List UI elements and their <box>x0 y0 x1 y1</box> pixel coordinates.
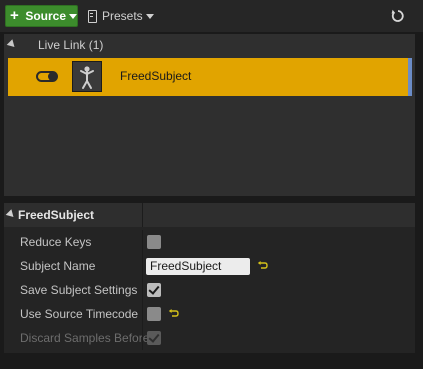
reset-to-default-icon[interactable] <box>257 261 269 271</box>
property-row-save-subject-settings: Save Subject Settings <box>4 278 415 302</box>
subject-group-row[interactable]: Live Link (1) <box>4 34 415 56</box>
column-divider <box>142 203 143 227</box>
column-divider <box>142 302 143 326</box>
property-row-discard-samples-before: Discard Samples Before <box>4 326 415 350</box>
reduce-keys-checkbox[interactable] <box>147 235 161 249</box>
refresh-icon <box>391 9 404 22</box>
chevron-down-icon <box>69 13 77 19</box>
column-divider <box>142 326 143 350</box>
subject-name-label: FreedSubject <box>120 69 192 83</box>
property-label: Reduce Keys <box>20 235 92 249</box>
panel-footer <box>0 355 423 369</box>
selection-edge <box>408 58 412 96</box>
document-icon <box>88 9 97 23</box>
subject-row-freedsubject[interactable]: FreedSubject <box>8 58 412 96</box>
column-divider <box>142 230 143 254</box>
subject-list-panel: Live Link (1) FreedSubject <box>4 34 415 196</box>
property-row-use-source-timecode: Use Source Timecode <box>4 302 415 326</box>
property-label: Subject Name <box>20 259 96 273</box>
skeleton-role-icon <box>72 61 102 92</box>
subject-group-label: Live Link (1) <box>38 38 104 52</box>
checkmark-icon <box>148 283 160 295</box>
property-label: Save Subject Settings <box>20 283 138 297</box>
toggle-knob <box>48 72 57 81</box>
plus-icon: + <box>10 7 19 24</box>
property-row-reduce-keys: Reduce Keys <box>4 230 415 254</box>
column-divider <box>142 254 143 278</box>
column-divider <box>142 278 143 302</box>
presets-button[interactable]: Presets <box>88 5 156 27</box>
details-panel: FreedSubject Reduce Keys Subject Name Fr… <box>4 203 415 353</box>
details-section-header[interactable]: FreedSubject <box>4 203 415 227</box>
property-row-subject-name: Subject Name FreedSubject <box>4 254 415 278</box>
checkmark-icon <box>148 331 160 343</box>
toolbar: + Source Presets <box>0 0 423 32</box>
subject-enabled-toggle[interactable] <box>36 71 58 82</box>
use-source-timecode-checkbox[interactable] <box>147 307 161 321</box>
details-section-title: FreedSubject <box>18 208 95 222</box>
chevron-down-icon <box>145 13 154 19</box>
property-label: Use Source Timecode <box>20 307 139 321</box>
presets-label: Presets <box>102 9 143 23</box>
property-label: Discard Samples Before <box>20 331 150 345</box>
collapse-triangle-icon[interactable] <box>5 209 17 220</box>
add-source-label: Source <box>25 9 66 23</box>
discard-samples-before-checkbox <box>147 331 161 345</box>
collapse-triangle-icon[interactable] <box>6 39 18 50</box>
subject-name-input[interactable]: FreedSubject <box>146 258 250 275</box>
refresh-button[interactable] <box>388 6 408 26</box>
save-subject-settings-checkbox[interactable] <box>147 283 161 297</box>
add-source-button[interactable]: + Source <box>5 5 78 27</box>
reset-to-default-icon[interactable] <box>168 309 180 319</box>
